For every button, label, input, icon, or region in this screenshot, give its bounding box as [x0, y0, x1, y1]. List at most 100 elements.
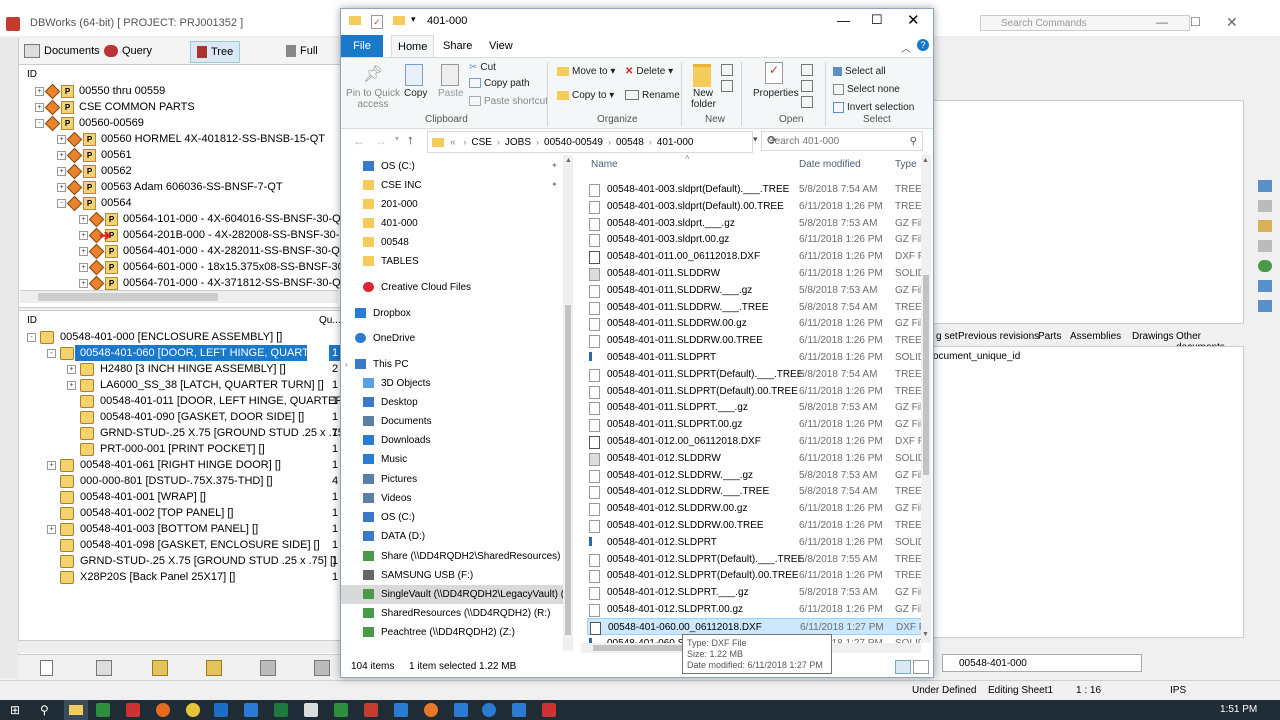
bom-hscrollbar[interactable] — [18, 640, 340, 653]
mail-icon[interactable] — [394, 703, 408, 717]
chrome-icon[interactable] — [186, 703, 200, 717]
tree-node[interactable]: + P 00560 HORMEL 4X-401812-SS-BNSB-15-QT — [57, 131, 325, 147]
expand-toggle-icon[interactable]: + — [57, 182, 66, 192]
expand-toggle-icon[interactable]: - — [27, 332, 36, 342]
bom-node[interactable]: +00548-401-003 [BOTTOM PANEL] [] — [47, 521, 258, 537]
nav-scroll-up-icon[interactable]: ▲ — [565, 157, 572, 164]
nav-item[interactable]: CSE INC — [363, 176, 422, 195]
tree-hscrollbar[interactable] — [20, 290, 338, 303]
tab-home[interactable]: Home — [391, 35, 435, 57]
qat-dropdown-icon[interactable]: ▾ — [411, 14, 416, 25]
nav-item[interactable]: Music — [363, 450, 407, 469]
bom-node[interactable]: +00548-401-061 [RIGHT HINGE DOOR] [] — [47, 457, 281, 473]
move-to-button[interactable]: Move to ▾ — [557, 66, 615, 77]
file-row[interactable]: 00548-401-060.00_06112018.DXF 6/11/2018 1… — [587, 617, 926, 635]
pin-icon[interactable]: ✦ — [551, 161, 558, 170]
home-icon[interactable] — [1258, 180, 1272, 192]
file-scroll-down-icon[interactable]: ▼ — [922, 631, 929, 638]
cut-button[interactable]: ✂ Cut — [469, 62, 496, 73]
file-row[interactable]: 00548-401-011.SLDDRW.___.TREE 5/8/2018 7:… — [587, 299, 923, 316]
file-row[interactable]: 00548-401-011.SLDDRW.00.gz 6/11/2018 1:26… — [587, 315, 925, 332]
nav-item[interactable]: OS (C:) — [363, 508, 415, 527]
expand-toggle-icon[interactable]: + — [57, 150, 66, 160]
expand-chevron-icon[interactable]: › — [345, 360, 348, 369]
details-view-icon[interactable] — [895, 660, 911, 674]
breadcrumb-item[interactable]: 00540-00549 — [544, 137, 603, 148]
up-button[interactable]: ↑ — [407, 132, 414, 147]
file-row[interactable]: 00548-401-011.SLDDRW.___.gz 5/8/2018 7:53… — [587, 282, 925, 299]
collapse-ribbon-icon[interactable]: ︿ — [901, 40, 911, 55]
new-folder-qat-icon[interactable] — [393, 16, 405, 25]
rename-button[interactable]: Rename — [625, 90, 680, 101]
help-icon[interactable]: ? — [917, 39, 929, 51]
nav-item[interactable]: Desktop — [363, 393, 418, 412]
address-dropdown-icon[interactable]: ▾ — [753, 134, 758, 145]
search-box[interactable]: Search 401-000 ⚲ — [761, 131, 923, 151]
bom-node[interactable]: 00548-401-001 [WRAP] [] — [47, 489, 206, 505]
tab-assemblies[interactable]: Assemblies — [1070, 331, 1121, 342]
start-icon[interactable]: ⊞ — [10, 703, 24, 717]
file-row[interactable]: 00548-401-003.sldprt(Default).00.TREE 6/1… — [587, 198, 923, 215]
column-type[interactable]: Type — [895, 159, 917, 170]
file-row[interactable]: 00548-401-012.SLDDRW.___.gz 5/8/2018 7:53… — [587, 467, 925, 484]
tree-node[interactable]: + P CSE COMMON PARTS — [35, 99, 195, 115]
solidworks-icon[interactable] — [364, 703, 378, 717]
file-row[interactable]: 00548-401-003.sldprt(Default).___.TREE 5/… — [587, 181, 923, 198]
expand-toggle-icon[interactable]: + — [35, 102, 44, 112]
breadcrumb-separator-icon[interactable]: › — [608, 137, 611, 147]
pin-to-quick-access-button[interactable]: Pin to Quick access — [346, 88, 400, 110]
file-row[interactable]: 00548-401-011.SLDDRW 6/11/2018 1:26 PM SOL… — [587, 265, 925, 282]
bom-node[interactable]: GRND-STUD-.25 X.75 [GROUND STUD .25 x .7… — [47, 553, 336, 569]
nav-item[interactable]: Pictures — [363, 470, 417, 489]
tab-parts[interactable]: Parts — [1038, 331, 1061, 342]
tab-share[interactable]: Share — [443, 39, 472, 53]
nav-item[interactable]: TABLES — [363, 252, 419, 271]
new-item-icon[interactable] — [721, 64, 733, 76]
skype-icon[interactable] — [244, 703, 258, 717]
breadcrumb[interactable]: « › CSE › JOBS › 00540-00549 › 00548 › 401-000 — [427, 131, 753, 153]
file-row[interactable]: 00548-401-011.SLDPRT(Default).___.TREE 5/… — [587, 366, 923, 383]
tree-node[interactable]: - P 00560-00569 — [35, 115, 144, 131]
back-button[interactable]: ← — [353, 134, 365, 148]
expand-toggle-icon[interactable]: + — [57, 134, 66, 144]
documents-button[interactable]: Documents — [24, 41, 100, 61]
file-vscrollbar[interactable]: ▲ ▼ — [921, 155, 931, 643]
bom-node[interactable]: + LA6000_SS_38 [LATCH, QUARTER TURN] [] — [67, 377, 324, 393]
notepad-icon[interactable] — [304, 703, 318, 717]
app-icon[interactable] — [334, 703, 348, 717]
view-icon[interactable] — [1258, 240, 1272, 252]
file-scroll-thumb[interactable] — [923, 275, 929, 475]
nav-item[interactable]: This PC — [355, 355, 409, 374]
parts-icon[interactable] — [1258, 200, 1272, 212]
expand-toggle-icon[interactable]: + — [35, 86, 44, 96]
list-icon[interactable] — [1258, 280, 1272, 292]
breadcrumb-separator-icon[interactable]: › — [463, 137, 466, 147]
tree-node[interactable]: + P 00564-701-000 - 4X-371812-SS-BNSF-30-Q… — [79, 275, 341, 291]
expand-toggle-icon[interactable]: - — [57, 198, 66, 208]
nav-item[interactable]: SharedResources (\\DD4RQDH2) (R:) — [363, 604, 551, 623]
edit-icon[interactable] — [801, 80, 813, 92]
copy-to-button[interactable]: Copy to ▾ — [557, 90, 614, 101]
tree-node[interactable]: + P 00562 — [57, 163, 132, 179]
breadcrumb-item[interactable]: CSE — [471, 137, 492, 148]
search-icon[interactable]: ⚲ — [40, 703, 49, 717]
clock[interactable]: 1:51 PM — [1220, 704, 1257, 715]
table-icon[interactable] — [96, 660, 112, 676]
file-row[interactable]: 00548-401-012.SLDDRW 6/11/2018 1:26 PM SOL… — [587, 450, 925, 467]
tree-button[interactable]: Tree — [190, 41, 241, 63]
full-preview-button[interactable]: Full Preview — [286, 41, 340, 77]
nav-scrollbar[interactable]: ▲ — [563, 155, 573, 651]
close-button[interactable]: ✕ — [907, 11, 920, 29]
bom-node[interactable]: 00548-401-090 [GASKET, DOOR SIDE] [] — [67, 409, 304, 425]
nav-item[interactable]: SingleVault (\\DD4RQDH2\LegacyVault) (M:… — [363, 585, 573, 604]
nav-item[interactable]: Videos — [363, 489, 411, 508]
tree-hscroll-thumb[interactable] — [38, 293, 218, 301]
nav-item[interactable]: SAMSUNG USB (F:) — [363, 566, 473, 585]
bom-node[interactable]: + H2480 [3 INCH HINGE ASSEMBLY] [] — [67, 361, 286, 377]
file-row[interactable]: 00548-401-003.sldprt.___.gz 5/8/2018 7:53… — [587, 215, 925, 232]
nav-item[interactable]: Share (\\DD4RQDH2\SharedResources) (E:) — [363, 547, 573, 566]
file-row[interactable]: 00548-401-012.00_06112018.DXF 6/11/2018 1… — [587, 433, 925, 450]
file-row[interactable]: 00548-401-012.SLDDRW.00.TREE 6/11/2018 1:… — [587, 517, 923, 534]
page-icon[interactable] — [40, 660, 53, 676]
paste-button[interactable]: Paste — [438, 88, 464, 99]
